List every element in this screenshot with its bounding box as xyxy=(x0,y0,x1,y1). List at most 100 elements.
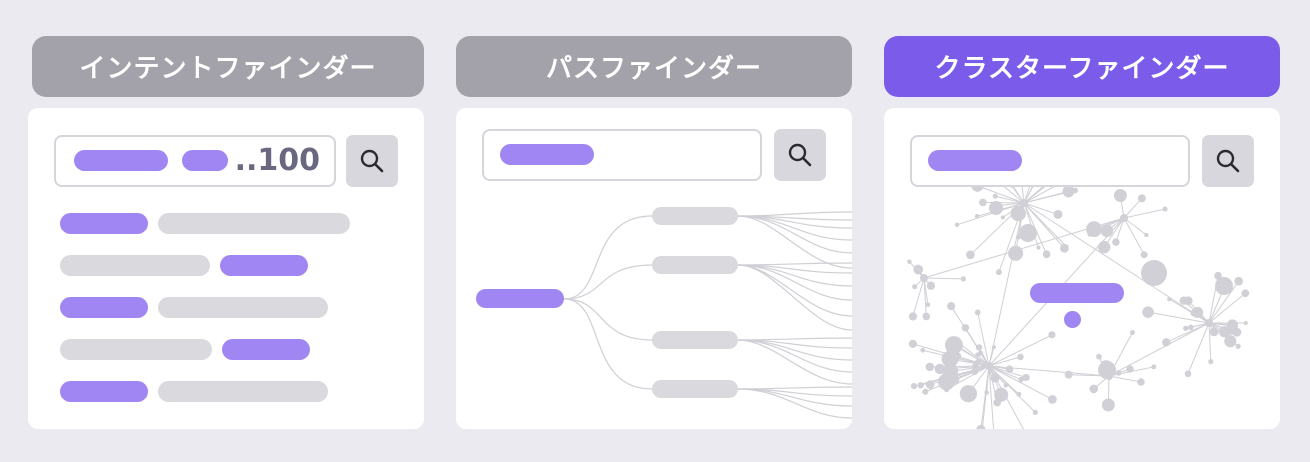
query-chip[interactable] xyxy=(928,150,1022,171)
graph-node xyxy=(1036,245,1041,250)
graph-node xyxy=(991,345,996,350)
graph-node xyxy=(1048,331,1056,339)
graph-node xyxy=(907,259,912,264)
graph-node xyxy=(920,274,928,282)
graph-node xyxy=(947,302,956,311)
graph-node xyxy=(1137,378,1145,386)
graph-node xyxy=(1016,391,1022,397)
graph-node xyxy=(1017,353,1024,361)
path-node[interactable] xyxy=(652,256,738,274)
graph-edge xyxy=(1123,208,1166,219)
graph-node xyxy=(910,383,917,390)
cluster-search-button[interactable] xyxy=(1202,135,1254,187)
path-search-button[interactable] xyxy=(774,129,826,181)
graph-node xyxy=(1241,289,1250,298)
graph-node xyxy=(1008,245,1024,261)
graph-node xyxy=(975,352,980,357)
tab-intent-finder-label: インテントファインダー xyxy=(79,54,377,84)
result-count: ..100 xyxy=(234,143,320,178)
graph-node xyxy=(992,193,998,199)
graph-node xyxy=(1097,240,1111,254)
path-search-input[interactable] xyxy=(482,129,762,181)
graph-node xyxy=(1053,209,1063,219)
graph-node xyxy=(961,324,970,332)
graph-node xyxy=(950,375,960,384)
query-chip[interactable] xyxy=(74,150,168,171)
graph-node xyxy=(995,269,1002,276)
graph-edge xyxy=(923,277,964,280)
tab-path-finder[interactable]: パスファインダー xyxy=(456,36,852,97)
graph-node xyxy=(1208,359,1214,365)
graph-node xyxy=(1010,205,1026,222)
query-chip[interactable] xyxy=(182,150,228,171)
graph-node xyxy=(917,382,924,389)
graph-node xyxy=(1224,335,1237,348)
graph-node xyxy=(1032,409,1038,416)
tab-cluster-finder[interactable]: クラスターファインダー xyxy=(884,36,1280,97)
intent-search-button[interactable] xyxy=(346,135,398,187)
graph-node xyxy=(1098,361,1116,379)
graph-edge xyxy=(1208,322,1212,362)
graph-node xyxy=(1089,384,1099,394)
graph-node xyxy=(994,387,1009,402)
graph-node xyxy=(925,302,931,307)
path-node[interactable] xyxy=(652,207,738,225)
graph-node xyxy=(926,281,936,290)
graph-node xyxy=(975,344,983,351)
graph-node xyxy=(925,380,935,389)
graph-node xyxy=(1184,370,1192,378)
search-icon xyxy=(788,143,812,167)
graph-node xyxy=(974,309,981,316)
graph-node xyxy=(1019,224,1037,242)
tab-intent-finder[interactable]: インテントファインダー xyxy=(32,36,424,97)
graph-node xyxy=(984,390,989,395)
graph-node xyxy=(1059,243,1069,253)
graph-node xyxy=(1162,206,1168,212)
graph-node xyxy=(1144,232,1149,238)
graph-node xyxy=(1205,319,1213,327)
graph-node xyxy=(1064,370,1073,379)
graph-node xyxy=(991,372,1000,382)
graph-node xyxy=(913,264,924,275)
graph-node xyxy=(1101,398,1115,412)
graph-node xyxy=(908,312,918,321)
graph-node xyxy=(1243,321,1248,326)
graph-node xyxy=(1162,338,1171,347)
graph-node xyxy=(1183,325,1189,331)
graph-node xyxy=(1096,353,1102,360)
graph-node xyxy=(966,250,975,260)
path-root-node[interactable] xyxy=(476,289,564,308)
path-node[interactable] xyxy=(652,380,738,398)
graph-node xyxy=(1115,370,1122,376)
graph-node xyxy=(1137,194,1146,203)
graph-node xyxy=(1188,324,1194,331)
cluster-search-input[interactable] xyxy=(910,135,1190,187)
graph-node xyxy=(1167,296,1172,302)
selected-cluster-node[interactable] xyxy=(1064,311,1081,328)
graph-node xyxy=(912,284,918,290)
graph-node xyxy=(1234,276,1244,286)
graph-node xyxy=(976,424,986,429)
graph-node xyxy=(1003,383,1009,388)
graph-node xyxy=(1113,189,1127,202)
tab-cluster-finder-label: クラスターファインダー xyxy=(934,54,1230,84)
graph-node xyxy=(1151,364,1157,370)
graph-edge xyxy=(988,334,1053,367)
graph-node xyxy=(1209,327,1219,337)
graph-node xyxy=(959,385,978,403)
path-finder-panel xyxy=(456,108,852,429)
graph-node xyxy=(954,222,960,228)
graph-edge xyxy=(982,201,1025,204)
path-node[interactable] xyxy=(652,331,738,349)
intent-search-input[interactable]: ..100 xyxy=(54,135,336,187)
graph-node xyxy=(1087,232,1092,237)
graph-node xyxy=(941,350,959,368)
graph-node xyxy=(1179,296,1188,305)
cluster-finder-panel xyxy=(884,108,1280,429)
search-icon xyxy=(360,149,384,173)
graph-node xyxy=(989,201,1003,215)
query-chip[interactable] xyxy=(500,144,594,165)
selected-cluster-label[interactable] xyxy=(1030,283,1124,303)
graph-node xyxy=(922,312,931,321)
graph-node xyxy=(1235,343,1241,349)
